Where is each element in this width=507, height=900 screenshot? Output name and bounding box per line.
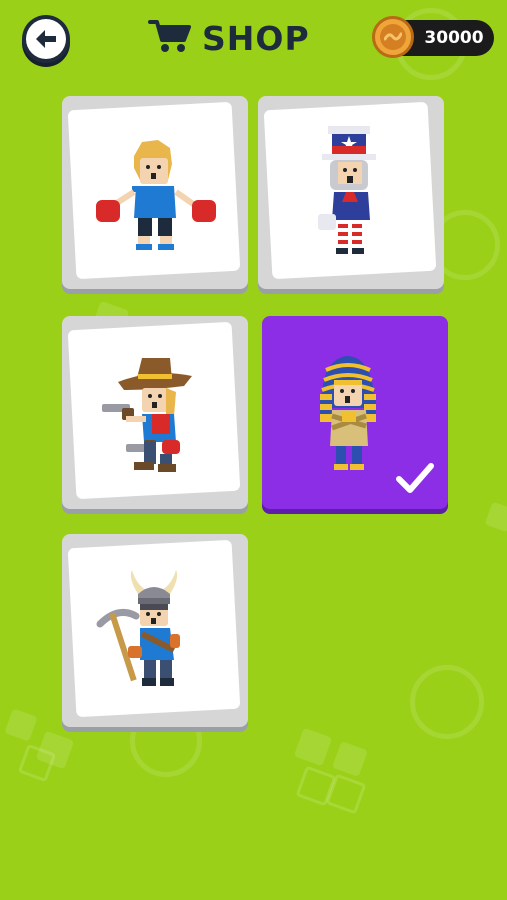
shop-item-boxer[interactable] [62,96,248,289]
shop-item-pharaoh[interactable] [262,316,448,509]
back-arrow-icon [26,19,66,59]
shopping-cart-icon [148,18,192,58]
viking-character-icon [96,570,180,686]
boxer-character-icon [96,140,216,250]
shop-item-viking[interactable] [62,534,248,727]
coin-icon [372,16,414,58]
page-title: SHOP [202,18,310,58]
shop-item-uncle-sam[interactable] [258,96,444,289]
header-title-group: SHOP [148,16,310,60]
cowboy-character-icon [102,358,192,472]
coin-amount: 30000 [424,28,484,48]
checkmark-icon [396,463,434,493]
shop-item-cowboy[interactable] [62,316,248,509]
uncle-sam-character-icon [318,126,376,254]
back-button[interactable] [22,15,70,63]
